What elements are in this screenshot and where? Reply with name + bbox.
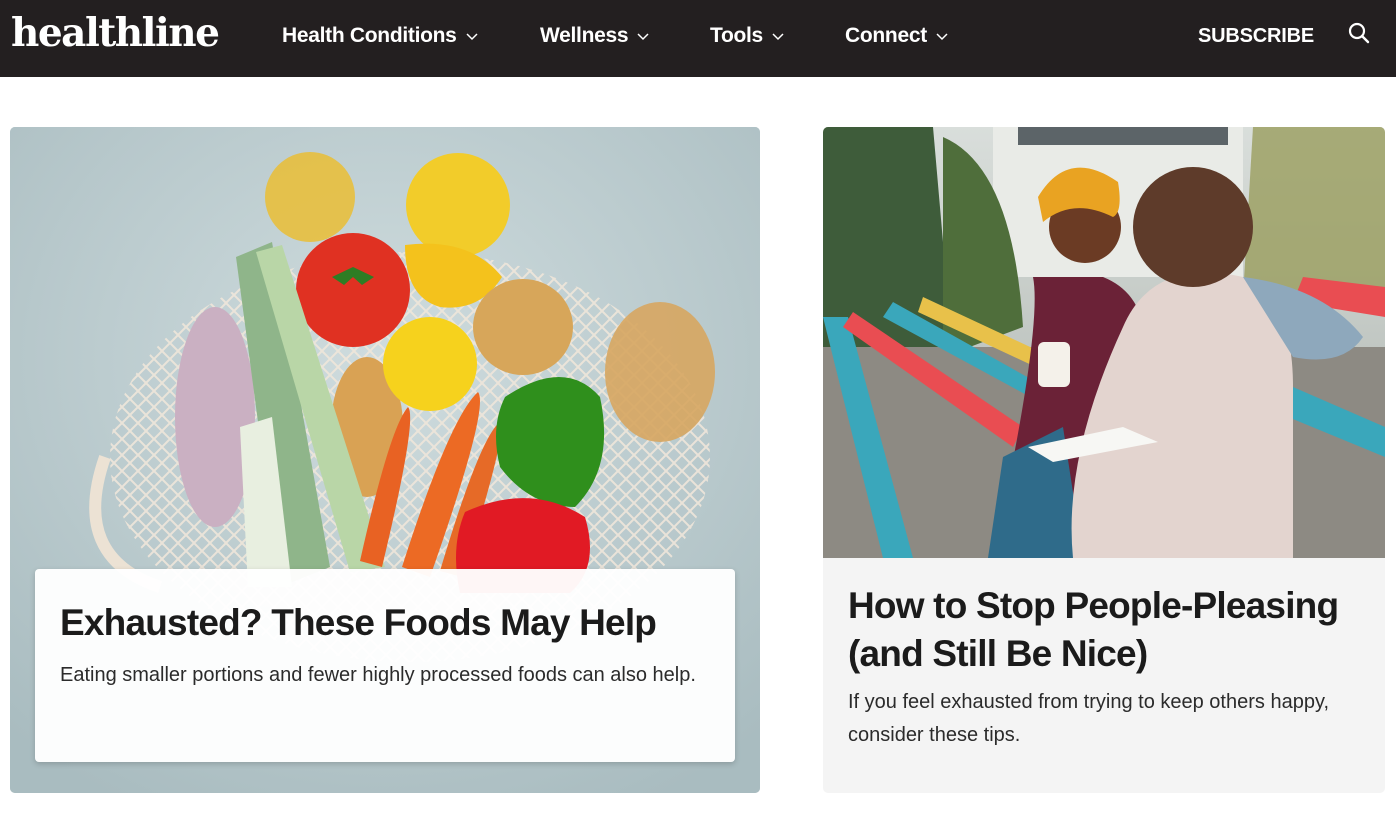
article-title[interactable]: Exhausted? These Foods May Help (60, 599, 710, 647)
nav-connect-label: Connect (845, 24, 927, 47)
article-description: If you feel exhausted from trying to kee… (848, 691, 1330, 746)
healthline-logo[interactable]: healthline (11, 8, 220, 58)
nav-health-conditions-label: Health Conditions (282, 24, 457, 47)
article-title[interactable]: How to Stop People-Pleasing (and Still B… (848, 582, 1368, 678)
article-card-people-pleasing[interactable]: How to Stop People-Pleasing (and Still B… (823, 127, 1385, 793)
nav-tools[interactable]: Tools (710, 22, 785, 50)
nav-wellness[interactable]: Wellness (540, 22, 650, 50)
nav-tools-label: Tools (710, 24, 763, 47)
chevron-down-icon (936, 33, 948, 41)
article-image-two-women-reading[interactable] (823, 127, 1385, 558)
search-icon[interactable] (1346, 20, 1372, 46)
article-card-foods[interactable]: Exhausted? These Foods May Help Eating s… (10, 127, 760, 793)
nav-health-conditions[interactable]: Health Conditions (282, 22, 479, 50)
chevron-down-icon (466, 33, 478, 41)
article-description: Eating smaller portions and fewer highly… (60, 664, 696, 686)
article-card-foods-text-panel: Exhausted? These Foods May Help Eating s… (35, 569, 735, 762)
top-navigation-bar: healthline Health Conditions Wellness To… (0, 0, 1396, 77)
article-card-people-pleasing-text: How to Stop People-Pleasing (and Still B… (848, 582, 1368, 752)
subscribe-button[interactable]: SUBSCRIBE (1198, 22, 1314, 50)
chevron-down-icon (772, 33, 784, 41)
nav-wellness-label: Wellness (540, 24, 629, 47)
chevron-down-icon (637, 33, 649, 41)
nav-connect[interactable]: Connect (845, 22, 949, 50)
